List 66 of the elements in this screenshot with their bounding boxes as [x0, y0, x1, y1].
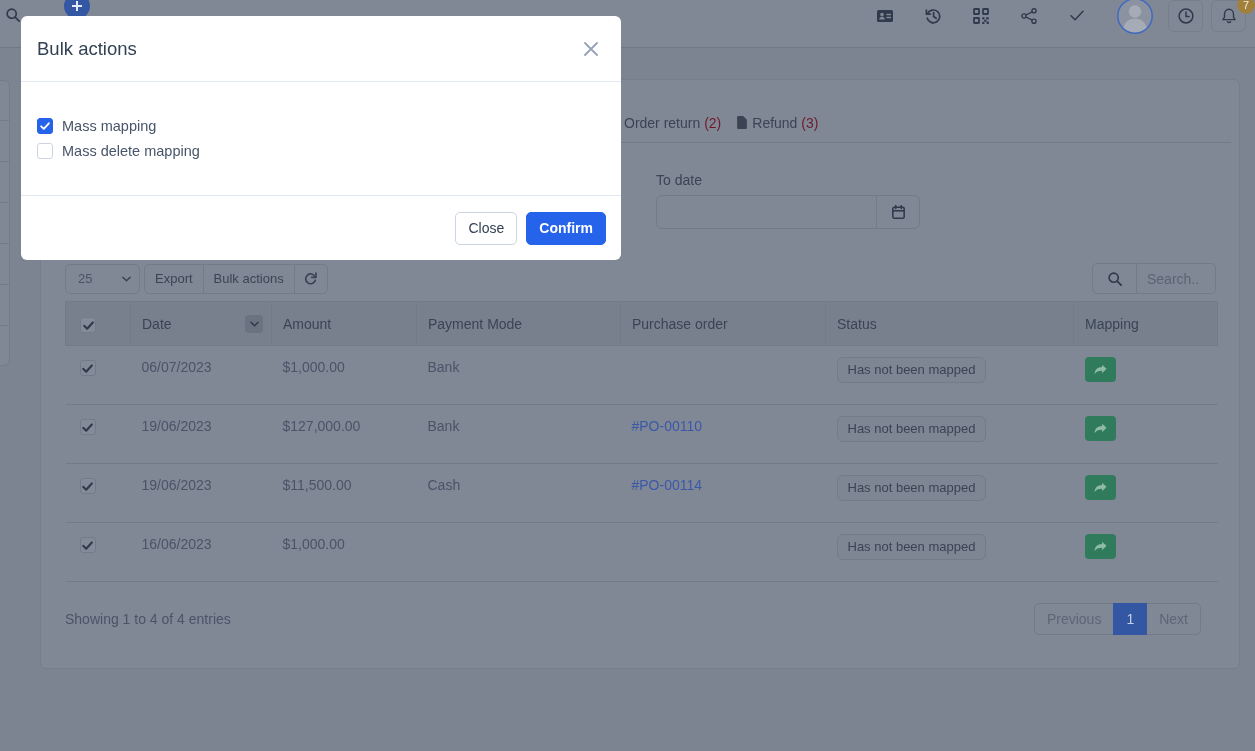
tab[interactable]: Order return (2) [624, 113, 722, 143]
column-header: Payment Mode [428, 314, 523, 334]
column-header: Purchase order [632, 314, 728, 334]
toolbar-button[interactable]: Bulk actions [202, 263, 295, 294]
map-button[interactable] [1084, 357, 1116, 382]
close-icon [584, 41, 598, 56]
column-header: Status [837, 314, 877, 334]
column-header: Mapping [1085, 314, 1139, 334]
plus-icon [72, 1, 82, 11]
chevron-down-icon [249, 320, 259, 327]
secondary-button[interactable]: Close [455, 211, 518, 245]
status-badge: Has not been mapped [836, 475, 987, 501]
check-icon [82, 540, 93, 550]
checkbox[interactable] [79, 360, 96, 376]
calendar-icon [891, 205, 905, 219]
checkbox[interactable] [79, 478, 96, 494]
check-icon [82, 422, 93, 432]
avatar-icon[interactable] [1117, 0, 1153, 34]
checkbox[interactable] [79, 537, 96, 553]
share-arrow-icon [1093, 482, 1107, 493]
caret-icon [122, 275, 131, 282]
dropdown-button[interactable] [245, 314, 263, 333]
tab[interactable]: Refund (3) [737, 113, 819, 143]
share-arrow-icon [1093, 364, 1107, 375]
check-icon [40, 121, 50, 130]
history-icon[interactable] [925, 7, 941, 24]
close-button[interactable] [584, 41, 598, 56]
pagination-button[interactable]: 1 [1113, 603, 1148, 635]
column-header: Date [142, 314, 172, 334]
check-icon [82, 363, 93, 373]
calendar-button[interactable] [877, 195, 920, 229]
refresh-button[interactable] [293, 263, 328, 294]
purchase-order-link[interactable]: #PO-00110 [631, 418, 703, 434]
column-header: Amount [283, 314, 332, 334]
checkbox[interactable] [80, 317, 96, 333]
check-icon [82, 320, 94, 330]
map-button[interactable] [1084, 475, 1116, 500]
bell-icon [1220, 7, 1237, 24]
status-badge: Has not been mapped [836, 534, 987, 560]
checkbox[interactable] [37, 117, 53, 134]
clock-icon [1177, 7, 1194, 24]
checkbox[interactable] [79, 419, 96, 435]
share-icon[interactable] [1021, 7, 1037, 24]
id-card-icon[interactable] [877, 9, 893, 22]
check-icon [82, 481, 93, 491]
qr-code-icon[interactable] [973, 7, 989, 24]
modal-title: Bulk actions [37, 37, 137, 60]
search-icon [1107, 271, 1122, 286]
option-label: Mass delete mapping [62, 141, 200, 161]
toolbar-button[interactable]: Export [144, 263, 204, 294]
share-arrow-icon [1093, 423, 1107, 434]
check-icon[interactable] [1070, 10, 1084, 21]
primary-button[interactable]: Confirm [526, 211, 606, 245]
refresh-icon [304, 272, 318, 285]
search-icon[interactable] [6, 8, 20, 22]
search-button[interactable] [1092, 263, 1137, 294]
field-label: To date [656, 171, 702, 189]
share-arrow-icon [1093, 541, 1107, 552]
purchase-order-link[interactable]: #PO-00114 [631, 477, 703, 493]
notification-badge: 7 [1237, 0, 1255, 14]
clock-button[interactable] [1168, 0, 1203, 32]
map-button[interactable] [1084, 534, 1116, 559]
option-label: Mass mapping [62, 116, 157, 136]
map-button[interactable] [1084, 416, 1116, 441]
status-badge: Has not been mapped [836, 416, 987, 442]
status-badge: Has not been mapped [836, 357, 987, 383]
